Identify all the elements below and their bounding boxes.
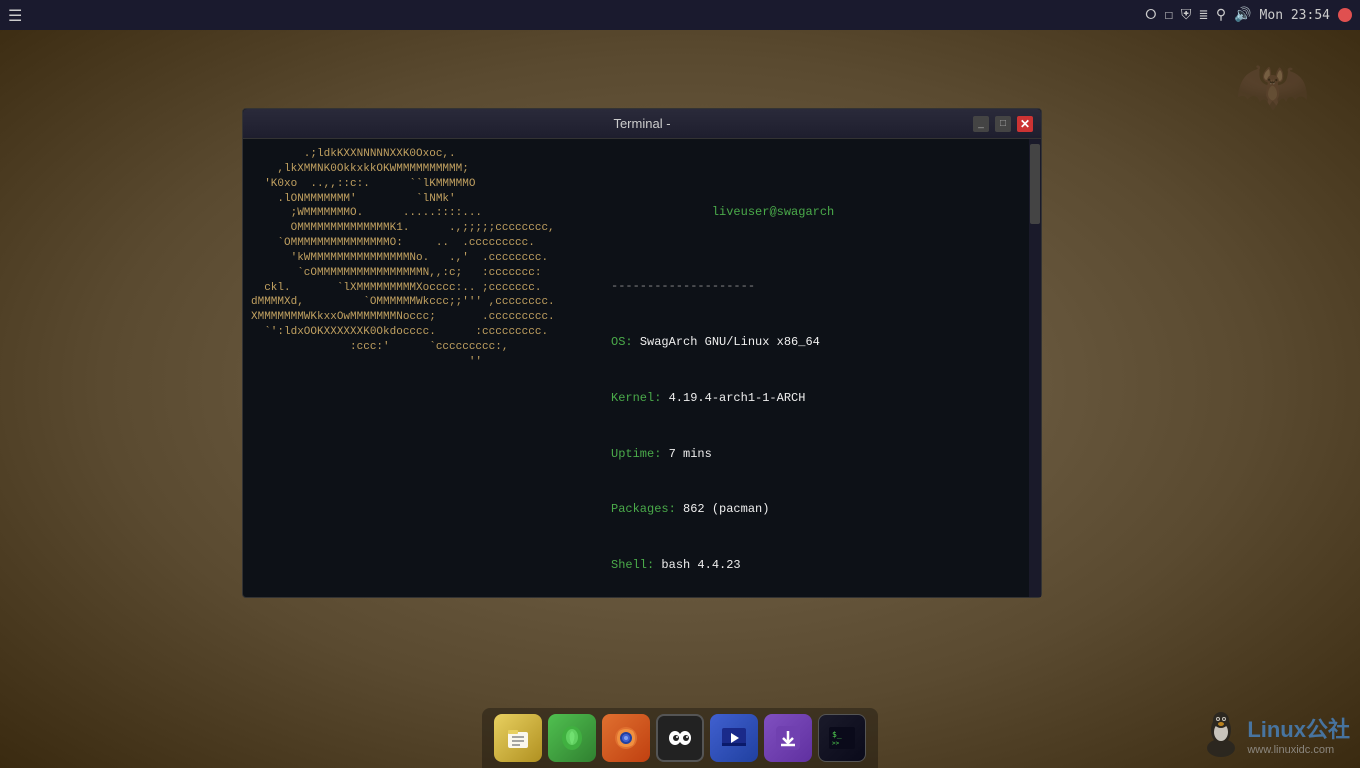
terminal-titlebar: Terminal - _ □ ✕ bbox=[243, 109, 1041, 139]
value-packages: 862 (pacman) bbox=[683, 502, 769, 516]
hostname-user: liveuser bbox=[712, 205, 770, 219]
terminal-title: Terminal - bbox=[311, 116, 973, 131]
scrollbar-thumb[interactable] bbox=[1030, 144, 1040, 224]
minimize-button[interactable]: _ bbox=[973, 116, 989, 132]
watermark: Linux公社 www.linuxidc.com bbox=[1201, 710, 1350, 758]
info-os: OS: SwagArch GNU/Linux x86_64 bbox=[611, 333, 849, 352]
dock-item-downloader[interactable] bbox=[764, 714, 812, 762]
dock-item-budgie[interactable] bbox=[548, 714, 596, 762]
value-kernel: 4.19.4-arch1-1-ARCH bbox=[669, 391, 806, 405]
label-packages: Packages: bbox=[611, 502, 683, 516]
volume-icon[interactable]: 🔊 bbox=[1234, 7, 1251, 23]
bat-decoration: 🦇 bbox=[1235, 50, 1310, 121]
download-icon bbox=[773, 723, 803, 753]
svg-text:>>: >> bbox=[832, 740, 840, 747]
info-shell: Shell: bash 4.4.23 bbox=[611, 556, 849, 575]
dock-item-terminal[interactable]: $_ >> bbox=[818, 714, 866, 762]
svg-text:$_: $_ bbox=[832, 730, 842, 739]
watermark-linux-word: Linux bbox=[1247, 717, 1306, 742]
terminal-content[interactable]: .;ldkKXXNNNNNXXK0Oxoc,. ,lkXMMNK0OkkxkkO… bbox=[243, 139, 1029, 597]
info-kernel: Kernel: 4.19.4-arch1-1-ARCH bbox=[611, 389, 849, 408]
close-button[interactable]: ✕ bbox=[1017, 116, 1033, 132]
maximize-button[interactable]: □ bbox=[995, 116, 1011, 132]
topbar: ☰ ⭘ ☐ ⛨ ≣ ⚲ 🔊 Mon 23:54 bbox=[0, 0, 1360, 30]
value-shell: bash 4.4.23 bbox=[661, 558, 740, 572]
watermark-linux-text: Linux公社 bbox=[1247, 712, 1350, 744]
terminal-window: Terminal - _ □ ✕ .;ldkKXXNNNNNXXK0Oxoc,.… bbox=[242, 108, 1042, 598]
value-os: SwagArch GNU/Linux x86_64 bbox=[640, 335, 820, 349]
watermark-brand: Linux公社 www.linuxidc.com bbox=[1247, 712, 1350, 756]
info-separator: -------------------- bbox=[611, 277, 849, 296]
power-button[interactable] bbox=[1338, 8, 1352, 22]
bluetooth-icon[interactable]: ⭘ bbox=[1145, 7, 1156, 23]
terminal-icon: $_ >> bbox=[827, 723, 857, 753]
terminal-scrollbar[interactable] bbox=[1029, 139, 1041, 597]
network-icon[interactable]: ≣ bbox=[1199, 7, 1207, 23]
hostname-at: @ bbox=[769, 205, 776, 219]
info-hostname-line: liveuser@swagarch bbox=[611, 184, 849, 240]
label-shell: Shell: bbox=[611, 558, 661, 572]
tux-logo bbox=[1201, 710, 1241, 758]
watermark-url: www.linuxidc.com bbox=[1247, 744, 1350, 756]
shield-icon[interactable]: ⛨ bbox=[1181, 7, 1192, 23]
neofetch-output: .;ldkKXXNNNNNXXK0Oxoc,. ,lkXMMNK0OkkxkkO… bbox=[251, 147, 1021, 597]
neofetch-info: liveuser@swagarch -------------------- O… bbox=[611, 147, 849, 597]
label-uptime: Uptime: bbox=[611, 447, 669, 461]
search-icon[interactable]: ⚲ bbox=[1216, 7, 1226, 23]
display-icon[interactable]: ☐ bbox=[1164, 7, 1172, 23]
dock-item-player[interactable] bbox=[710, 714, 758, 762]
dock: $_ >> bbox=[482, 708, 878, 768]
terminal-controls: _ □ ✕ bbox=[973, 116, 1033, 132]
neofetch-art: .;ldkKXXNNNNNXXK0Oxoc,. ,lkXMMNK0OkkxkkO… bbox=[251, 147, 591, 597]
budgie-icon bbox=[557, 723, 587, 753]
value-uptime: 7 mins bbox=[669, 447, 712, 461]
dock-item-files[interactable] bbox=[494, 714, 542, 762]
topbar-left: ☰ bbox=[8, 6, 22, 25]
files-icon bbox=[504, 724, 532, 752]
dock-item-browser[interactable] bbox=[602, 714, 650, 762]
topbar-right: ⭘ ☐ ⛨ ≣ ⚲ 🔊 Mon 23:54 bbox=[1145, 7, 1352, 23]
dock-item-eyes[interactable] bbox=[656, 714, 704, 762]
terminal-body: .;ldkKXXNNNNNXXK0Oxoc,. ,lkXMMNK0OkkxkkO… bbox=[243, 139, 1041, 597]
player-icon bbox=[719, 723, 749, 753]
label-kernel: Kernel: bbox=[611, 391, 669, 405]
menu-icon[interactable]: ☰ bbox=[8, 6, 22, 25]
fox-icon bbox=[611, 723, 641, 753]
watermark-site-suffix: 公社 bbox=[1306, 717, 1350, 742]
label-os: OS: bbox=[611, 335, 640, 349]
info-packages: Packages: 862 (pacman) bbox=[611, 500, 849, 519]
info-uptime: Uptime: 7 mins bbox=[611, 445, 849, 464]
eyes-icon bbox=[665, 723, 695, 753]
hostname-host: swagarch bbox=[777, 205, 835, 219]
clock: Mon 23:54 bbox=[1260, 8, 1330, 23]
